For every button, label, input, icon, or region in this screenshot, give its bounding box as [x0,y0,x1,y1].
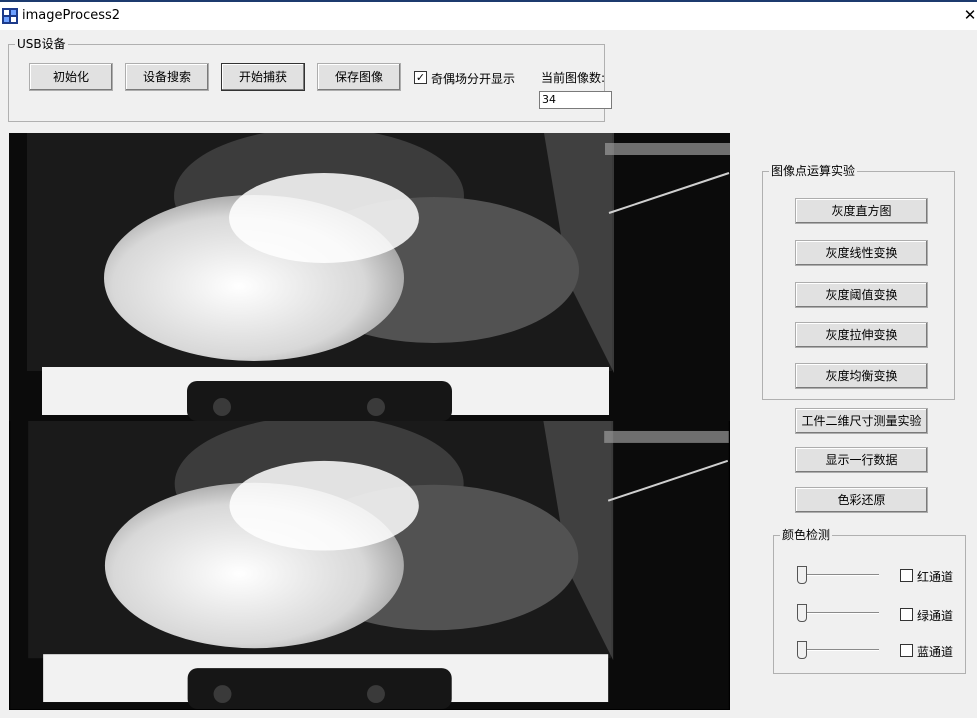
green-channel-checkbox[interactable] [900,608,913,621]
lower-field-image [10,421,729,709]
blue-channel-checkbox[interactable] [900,644,913,657]
title-bar: imageProcess2 ✕ [0,0,977,30]
slider-thumb[interactable] [797,604,807,622]
device-search-button[interactable]: 设备搜索 [125,63,209,91]
upper-field-image [9,133,730,421]
image-display [9,133,730,710]
window-title: imageProcess2 [22,8,121,23]
save-image-button[interactable]: 保存图像 [317,63,401,91]
gray-stretch-button[interactable]: 灰度拉伸变换 [795,322,928,348]
gray-histogram-button[interactable]: 灰度直方图 [795,198,928,224]
slider-track [797,574,879,576]
gray-linear-button[interactable]: 灰度线性变换 [795,240,928,266]
blue-channel-label: 蓝通道 [917,645,954,659]
start-capture-button[interactable]: 开始捕获 [221,63,305,91]
usb-group-title: USB设备 [15,37,68,51]
slider-thumb[interactable] [797,566,807,584]
app-icon [2,8,18,24]
close-icon[interactable]: ✕ [963,4,977,26]
field-split-label: 奇偶场分开显示 [431,72,516,86]
point-ops-title: 图像点运算实验 [769,164,858,178]
red-channel-checkbox[interactable] [900,569,913,582]
gray-threshold-button[interactable]: 灰度阈值变换 [795,282,928,308]
field-split-checkbox[interactable]: ✓ [414,71,427,84]
blue-channel-slider[interactable] [797,640,887,660]
green-channel-label: 绿通道 [917,609,954,623]
green-channel-slider[interactable] [797,603,887,623]
red-channel-label: 红通道 [917,570,954,584]
init-button[interactable]: 初始化 [29,63,113,91]
color-detect-title: 颜色检测 [780,528,833,542]
color-restore-button[interactable]: 色彩还原 [795,487,928,513]
red-channel-slider[interactable] [797,565,887,585]
gray-equalize-button[interactable]: 灰度均衡变换 [795,363,928,389]
measure-2d-button[interactable]: 工件二维尺寸测量实验 [795,408,928,434]
slider-track [797,612,879,614]
slider-thumb[interactable] [797,641,807,659]
image-count-field[interactable]: 34 [539,91,612,109]
slider-track [797,649,879,651]
image-count-label: 当前图像数: [541,71,606,85]
show-row-data-button[interactable]: 显示一行数据 [795,447,928,473]
